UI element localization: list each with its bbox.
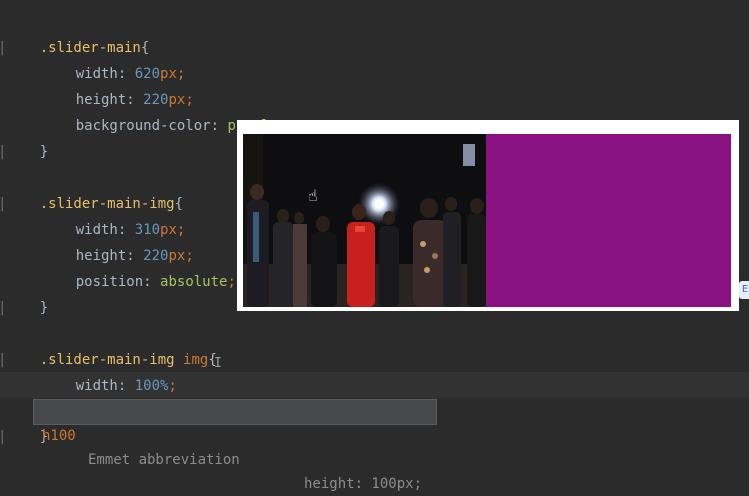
colon: : xyxy=(117,378,127,394)
emmet-completion-popup[interactable]: h100 Emmet abbreviation height: 100px; xyxy=(33,399,437,492)
i-beam-icon: I xyxy=(214,356,222,371)
code-line-7[interactable]: | .slider-main-img{ xyxy=(0,165,183,212)
street-crowd-photo xyxy=(243,134,486,307)
code-line-9[interactable]: height: 220px; xyxy=(0,217,194,264)
fold-marker: | xyxy=(0,429,7,445)
code-line-5[interactable]: |} xyxy=(0,113,48,160)
code-line-11[interactable]: |} xyxy=(0,269,48,316)
colon: : xyxy=(143,274,152,290)
completion-result: height: 100px; xyxy=(304,476,423,492)
code-line-3[interactable]: height: 220px; xyxy=(0,61,194,108)
code-line-2[interactable]: width: 620px; xyxy=(0,35,186,82)
completion-description: Emmet abbreviation xyxy=(88,452,240,468)
slider-main-img xyxy=(243,134,486,307)
completion-abbreviation: h100 xyxy=(42,428,76,444)
css-value: absolute xyxy=(160,274,228,290)
semicolon: ; xyxy=(227,274,236,290)
hand-pointer-icon: ☝ xyxy=(308,186,318,205)
css-number: 100 xyxy=(134,378,161,394)
slider-main xyxy=(243,134,731,307)
side-panel-tab[interactable]: E xyxy=(739,281,749,299)
close-brace: } xyxy=(39,144,49,160)
css-property: position xyxy=(75,274,144,290)
browser-preview xyxy=(237,120,739,311)
css-property: background-color xyxy=(75,118,211,134)
side-panel-tab-label: E xyxy=(741,284,749,295)
code-line-1[interactable]: | .slider-main{ xyxy=(0,9,149,56)
close-brace: } xyxy=(39,300,49,316)
semicolon: ; xyxy=(168,378,177,394)
fold-marker: | xyxy=(0,300,7,316)
code-line-15[interactable]: h100 xyxy=(0,372,111,420)
colon: : xyxy=(210,118,220,134)
code-line-13[interactable]: | .slider-main-img img{ xyxy=(0,321,217,368)
css-tag-selector: img xyxy=(183,352,209,368)
code-line-8[interactable]: width: 310px; xyxy=(0,191,186,238)
code-line-4[interactable]: background-color: purple; xyxy=(0,87,287,134)
code-line-10[interactable]: position: absolute; xyxy=(0,243,236,290)
fold-marker: | xyxy=(0,144,7,160)
code-line-14[interactable]: width: 100%; xyxy=(0,347,177,394)
